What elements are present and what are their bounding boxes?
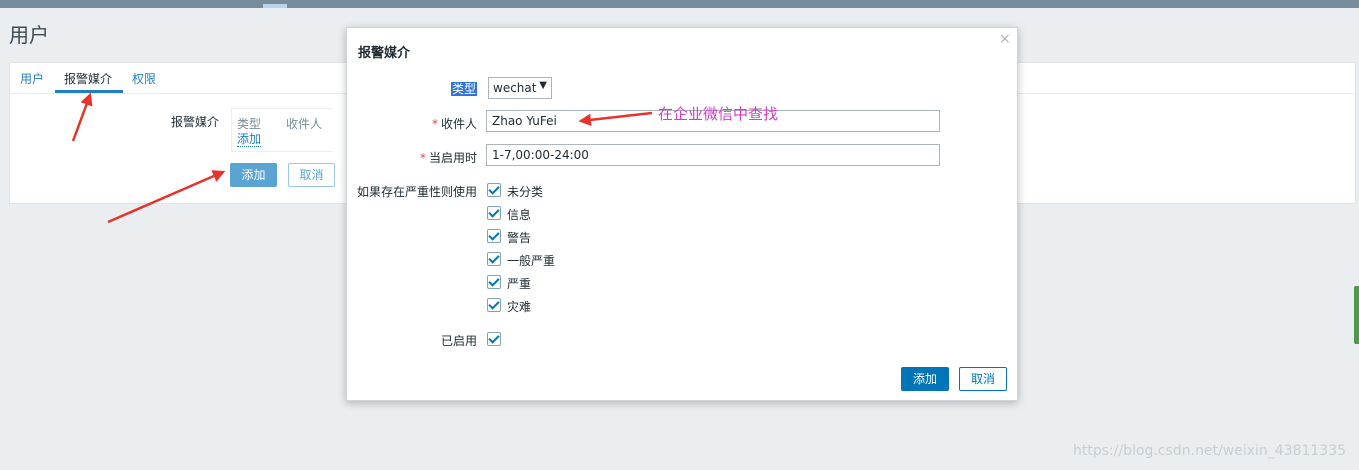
add-media-link[interactable]: 添加 [237,133,262,147]
severity-label-not-classified: 未分类 [507,185,544,199]
severity-label-disaster: 灾难 [507,300,532,314]
severity-checkbox-warning[interactable] [487,229,501,243]
enabled-label: 已启用 [440,334,477,348]
when-active-label: * 当启用时 [419,151,477,165]
type-select-value: wechat [493,81,537,95]
cancel-button[interactable]: 取消 [288,163,335,187]
tab-media[interactable]: 报警媒介 [64,70,112,87]
chevron-down-icon: ▼ [539,80,547,91]
severity-checkbox-information[interactable] [487,206,501,220]
media-field-label: 报警媒介 [171,115,220,129]
severity-checkbox-not-classified[interactable] [487,183,501,197]
dialog-add-button[interactable]: 添加 [901,367,949,391]
active-tab-underline [55,90,123,93]
recipient-label: * 收件人 [431,117,477,131]
enabled-checkbox[interactable] [487,332,501,346]
required-marker: * [419,151,426,165]
severity-checkbox-disaster[interactable] [487,298,501,312]
required-marker: * [431,117,438,131]
top-header-bar [0,0,1359,8]
page-title: 用户 [9,23,49,47]
annotation-text: 在企业微信中查找 [658,105,779,123]
media-table: 类型 收件人 添加 [231,108,332,152]
severity-label-warning: 警告 [507,231,532,245]
media-dialog: 报警媒介 × 类型 wechat ▼ *收件人 *当启用时 如果存在严重性则使用… [346,27,1018,401]
severity-checkbox-average[interactable] [487,252,501,266]
watermark: https://blog.csdn.net/weixin_43811335 [1073,443,1347,459]
add-button[interactable]: 添加 [230,163,277,187]
severity-label-high: 严重 [507,277,532,291]
severity-label-average: 一般严重 [507,254,556,268]
type-select[interactable]: wechat ▼ [488,77,552,99]
severity-checkbox-high[interactable] [487,275,501,289]
severity-label-information: 信息 [507,208,532,222]
page-edge-indicator [1354,286,1359,344]
dialog-title: 报警媒介 [358,46,411,61]
type-label: 类型 [450,82,477,96]
dialog-cancel-button[interactable]: 取消 [959,367,1007,391]
when-active-input[interactable] [486,144,940,166]
media-table-header-recipient: 收件人 [286,117,323,131]
media-table-header-type: 类型 [237,117,262,131]
tab-user[interactable]: 用户 [20,70,44,87]
severity-label: 如果存在严重性则使用 [356,185,477,199]
header-active-indicator [263,4,287,8]
close-icon[interactable]: × [999,31,1011,47]
tab-permissions[interactable]: 权限 [132,70,156,87]
